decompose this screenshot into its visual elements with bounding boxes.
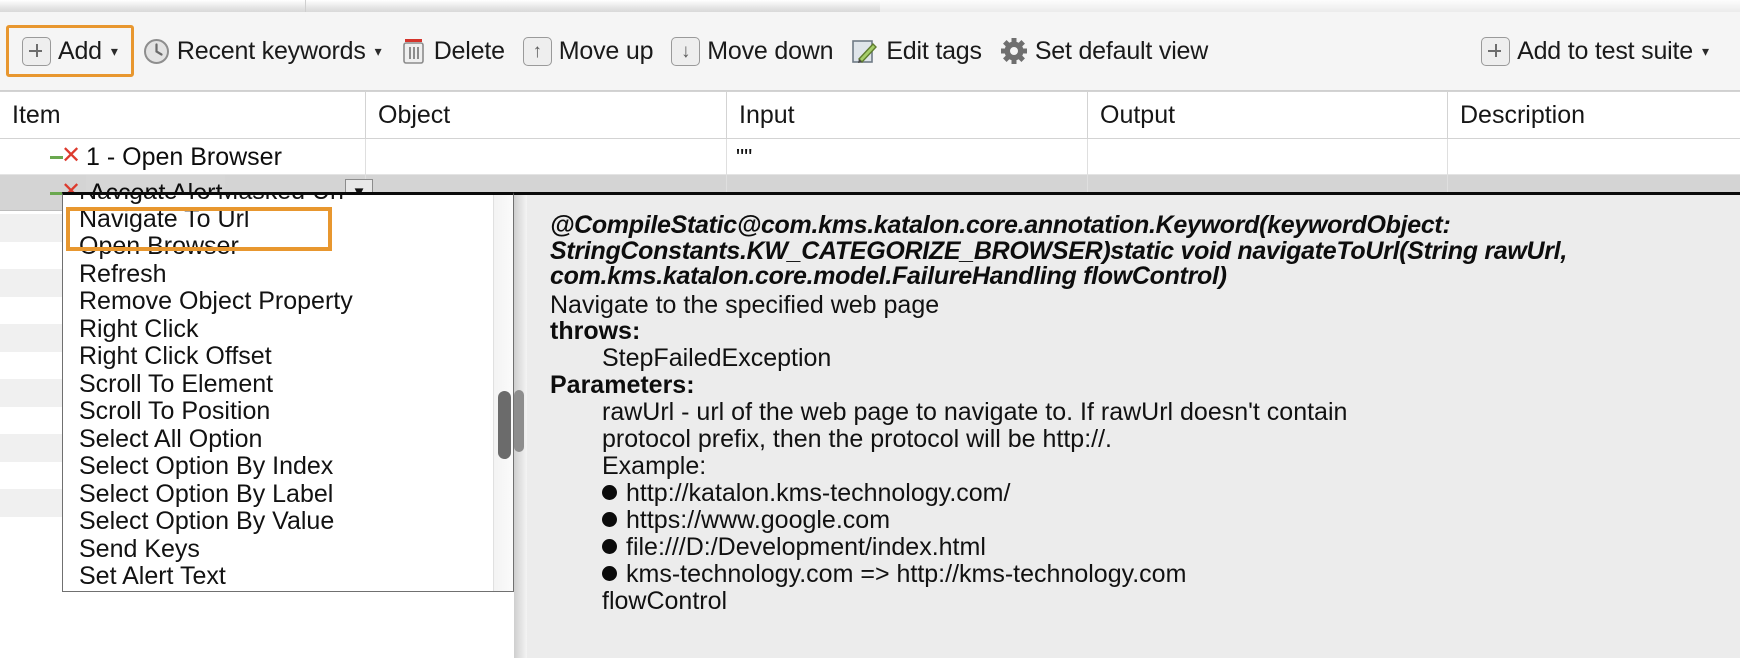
add-to-test-suite-button[interactable]: Add to test suite ▾ xyxy=(1472,29,1718,73)
doc-example-text: https://www.google.com xyxy=(626,505,891,534)
arrow-down-icon: ↓ xyxy=(671,36,701,66)
dropdown-item-select-option-by-value[interactable]: Select Option By Value xyxy=(63,507,493,536)
bullet-dot-icon xyxy=(602,484,617,500)
row-stripe xyxy=(0,324,62,352)
dropdown-item-send-keys[interactable]: Send Keys xyxy=(63,535,493,564)
doc-example-item: http://katalon.kms-technology.com/ xyxy=(550,478,1720,507)
set-default-view-button[interactable]: Set default view xyxy=(991,29,1217,73)
gear-icon xyxy=(1000,38,1027,64)
cell-divider xyxy=(1087,139,1088,175)
doc-example-item: file:///D:/Development/index.html xyxy=(550,532,1720,561)
dropdown-item-refresh[interactable]: Refresh xyxy=(63,260,493,289)
doc-example-text: http://katalon.kms-technology.com/ xyxy=(626,478,1011,507)
column-header-description[interactable]: Description xyxy=(1447,92,1740,138)
column-header-object[interactable]: Object xyxy=(365,92,726,138)
cell-divider xyxy=(726,139,727,175)
chrome-right-segment xyxy=(880,0,1740,12)
plus-icon xyxy=(22,36,51,66)
dropdown-scrollbar[interactable] xyxy=(493,195,513,591)
column-header-output[interactable]: Output xyxy=(1087,92,1447,138)
dropdown-item-set-alert-text[interactable]: Set Alert Text xyxy=(63,562,493,591)
row-stripe xyxy=(0,489,62,517)
doc-example-text: kms-technology.com => http://kms-technol… xyxy=(626,559,1187,588)
dash-x-icon: ✕ xyxy=(50,144,81,168)
move-up-button[interactable]: ↑ Move up xyxy=(514,29,663,73)
column-header-item[interactable]: Item xyxy=(0,92,365,138)
chevron-down-icon[interactable]: ▾ xyxy=(111,44,118,58)
dropdown-item-navigate-to-url[interactable]: Navigate To Url xyxy=(63,205,493,234)
doc-parameter-line-2: protocol prefix, then the protocol will … xyxy=(602,424,1112,453)
bullet-dot-icon xyxy=(602,511,617,527)
doc-example-item: https://www.google.com xyxy=(550,505,1720,534)
dropdown-item-select-all-option[interactable]: Select All Option xyxy=(63,425,493,454)
keyword-documentation-panel: @CompileStatic@com.kms.katalon.core.anno… xyxy=(514,192,1740,658)
doc-throws-value: StepFailedException xyxy=(602,343,832,372)
add-button-label: Add xyxy=(58,36,102,65)
row-stripe xyxy=(0,434,62,462)
row-item-label: 1 - Open Browser xyxy=(86,143,282,171)
window-chrome-strip xyxy=(0,0,1740,12)
doc-signature-line-3: com.kms.katalon.core.model.FailureHandli… xyxy=(550,262,1227,290)
doc-description: Navigate to the specified web page xyxy=(550,290,940,319)
move-up-label: Move up xyxy=(558,36,654,65)
add-to-test-suite-label: Add to test suite xyxy=(1517,36,1693,65)
cell-divider xyxy=(365,139,366,175)
edit-tags-button[interactable]: Edit tags xyxy=(842,29,990,73)
doc-panel-scrollbar-thumb[interactable] xyxy=(514,390,524,452)
delete-label: Delete xyxy=(433,36,505,65)
dropdown-item-scroll-to-element[interactable]: Scroll To Element xyxy=(63,370,493,399)
recent-keywords-label: Recent keywords xyxy=(176,36,366,65)
doc-parameter-line-1: rawUrl - url of the web page to navigate… xyxy=(602,397,1348,426)
doc-signature-line-2: StringConstants.KW_CATEGORIZE_BROWSER)st… xyxy=(550,236,1567,265)
arrow-up-icon: ↑ xyxy=(522,36,552,66)
dropdown-scrollbar-thumb[interactable] xyxy=(498,391,511,459)
add-button[interactable]: Add ▾ xyxy=(6,25,134,77)
doc-example-text: file:///D:/Development/index.html xyxy=(626,532,986,561)
dropdown-item-remove-object-property[interactable]: Remove Object Property xyxy=(63,287,493,316)
doc-example-item: kms-technology.com => http://kms-technol… xyxy=(550,559,1720,588)
dropdown-item-select-option-by-index[interactable]: Select Option By Index xyxy=(63,452,493,481)
doc-parameters-heading: Parameters: xyxy=(550,370,695,399)
dropdown-item-select-option-by-label[interactable]: Select Option By Label xyxy=(63,480,493,509)
clock-history-icon xyxy=(143,38,169,64)
doc-throws-heading: throws: xyxy=(550,316,641,345)
column-header-input[interactable]: Input xyxy=(726,92,1087,138)
table-row[interactable]: ✕ 1 - Open Browser "" xyxy=(0,139,1740,175)
chevron-down-icon[interactable]: ▾ xyxy=(1702,44,1709,58)
row-stripe xyxy=(0,379,62,407)
cell-divider xyxy=(1447,139,1448,175)
add-button-inner[interactable]: Add ▾ xyxy=(13,29,127,73)
dropdown-item-right-click-offset[interactable]: Right Click Offset xyxy=(63,342,493,371)
set-default-view-label: Set default view xyxy=(1034,36,1209,65)
edit-tags-label: Edit tags xyxy=(886,36,982,65)
dropdown-item-open-browser[interactable]: Open Browser xyxy=(63,232,493,261)
dropdown-item-navigate-to-masked-url[interactable]: Navigate To Masked Url xyxy=(63,195,493,206)
bullet-dot-icon xyxy=(602,538,617,554)
keyword-dropdown-options: Navigate To Masked Url Navigate To Url O… xyxy=(63,195,493,591)
chevron-down-icon[interactable]: ▾ xyxy=(375,44,382,58)
doc-signature-line-1: @CompileStatic@com.kms.katalon.core.anno… xyxy=(550,211,1451,239)
row-input-cell[interactable]: "" xyxy=(736,139,752,175)
doc-example-label: Example: xyxy=(602,451,707,480)
trash-icon xyxy=(402,39,424,64)
table-header-row: Item Object Input Output Description xyxy=(0,91,1740,139)
doc-flow-control-label: flowControl xyxy=(602,586,728,615)
move-down-label: Move down xyxy=(707,36,834,65)
keyword-toolbar: Add ▾ Recent keywords ▾ Delete ↑ Move up… xyxy=(0,12,1740,91)
plus-icon xyxy=(1481,36,1511,66)
row-item-cell[interactable]: ✕ 1 - Open Browser xyxy=(50,139,282,175)
delete-button[interactable]: Delete xyxy=(391,29,514,73)
recent-keywords-button[interactable]: Recent keywords ▾ xyxy=(134,29,391,73)
move-down-button[interactable]: ↓ Move down xyxy=(662,29,842,73)
pencil-edit-icon xyxy=(852,40,878,64)
dropdown-item-scroll-to-position[interactable]: Scroll To Position xyxy=(63,397,493,426)
chrome-tab-seam xyxy=(305,0,306,12)
dropdown-item-right-click[interactable]: Right Click xyxy=(63,315,493,344)
keyword-dropdown-list[interactable]: Navigate To Masked Url Navigate To Url O… xyxy=(62,192,514,592)
row-stripe xyxy=(0,269,62,297)
row-stripe xyxy=(0,214,62,242)
bullet-dot-icon xyxy=(602,565,617,581)
